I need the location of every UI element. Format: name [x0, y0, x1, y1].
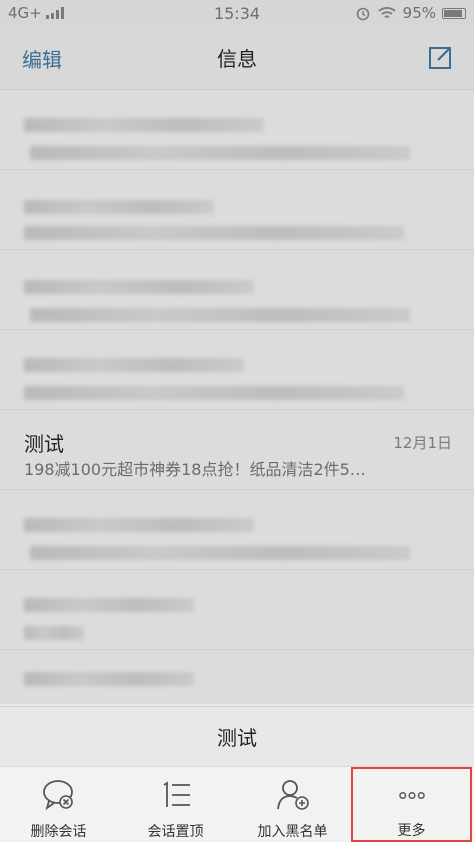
battery-icon	[442, 7, 466, 19]
sheet-title: 测试	[0, 706, 474, 766]
status-right: 95%	[306, 4, 466, 22]
more-label: 更多	[397, 823, 426, 839]
more-button[interactable]: 更多	[351, 767, 472, 842]
status-left: 4G+	[8, 4, 168, 22]
conversation-item-test[interactable]: 测试 12月1日 198减100元超市神券18点抢！纸品清洁2件5…	[0, 410, 474, 490]
delete-chat-icon	[42, 780, 73, 811]
pin-conversation-button[interactable]: 会话置顶	[117, 767, 234, 842]
list-item[interactable]	[0, 650, 474, 704]
delete-conversation-button[interactable]: 删除会话	[0, 767, 117, 842]
network-type: 4G+	[8, 4, 42, 22]
action-bar: 删除会话 会话置顶 加入黑名单 更多	[0, 766, 474, 842]
pin-top-icon	[163, 781, 190, 807]
page-title: 信息	[217, 47, 257, 71]
list-item[interactable]	[0, 90, 474, 170]
list-item[interactable]	[0, 170, 474, 250]
status-time: 15:34	[213, 3, 261, 23]
conversation-preview: 198减100元超市神券18点抢！纸品清洁2件5…	[24, 460, 366, 479]
alarm-icon	[356, 7, 369, 21]
compose-icon[interactable]	[428, 44, 454, 70]
conversation-date: 12月1日	[393, 434, 452, 452]
status-bar: 4G+ 15:34 95%	[0, 0, 474, 26]
add-blacklist-icon	[276, 780, 309, 810]
add-blacklist-button[interactable]: 加入黑名单	[234, 767, 351, 842]
edit-button[interactable]: 编辑	[22, 44, 62, 73]
conversation-list: 测试 12月1日 198减100元超市神券18点抢！纸品清洁2件5…	[0, 90, 474, 704]
list-item[interactable]	[0, 250, 474, 330]
list-item[interactable]	[0, 570, 474, 650]
app-header: 编辑 信息	[0, 26, 474, 90]
wifi-icon	[378, 7, 396, 18]
battery-percent: 95%	[402, 4, 436, 22]
list-item[interactable]	[0, 490, 474, 570]
add-blacklist-label: 加入黑名单	[257, 824, 328, 840]
pin-conversation-label: 会话置顶	[147, 824, 204, 840]
list-item[interactable]	[0, 330, 474, 410]
delete-conversation-label: 删除会话	[30, 824, 87, 840]
conversation-name: 测试	[24, 432, 64, 456]
more-dots-icon	[398, 791, 425, 800]
signal-icon	[45, 7, 64, 19]
